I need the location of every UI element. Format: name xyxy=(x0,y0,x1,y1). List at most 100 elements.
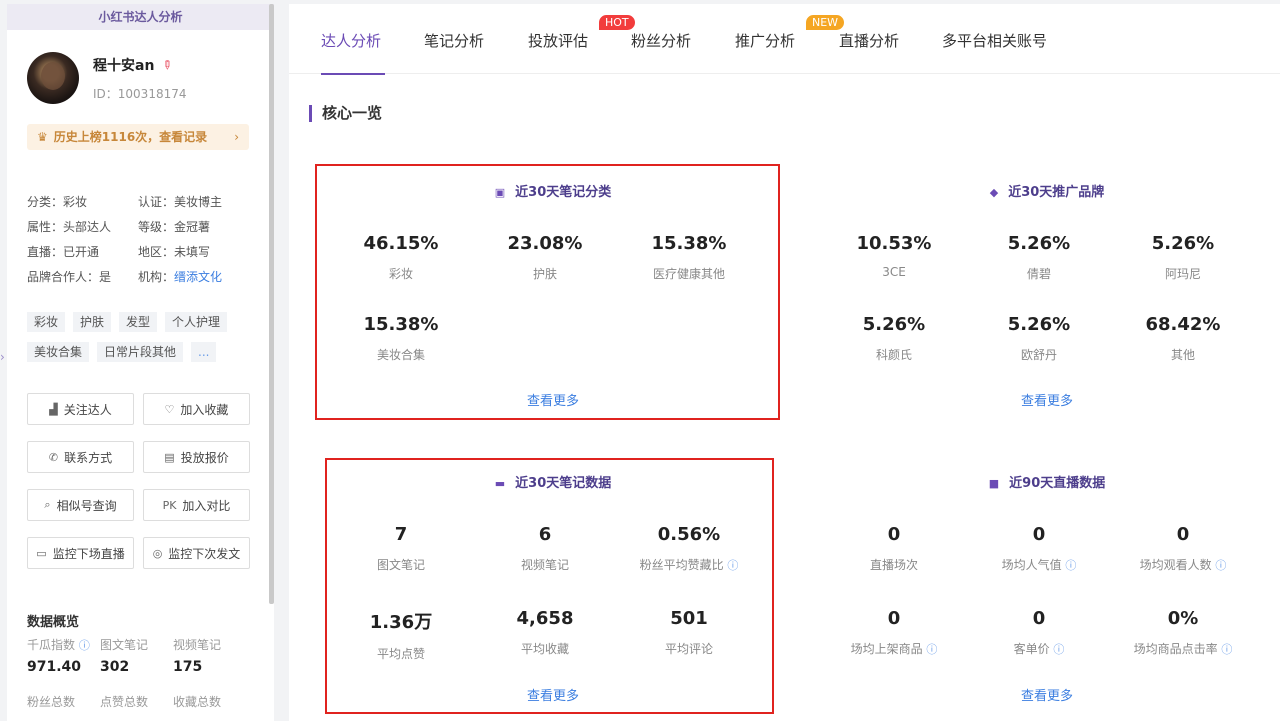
action-buttons: ▟ 关注达人 ♡ 加入收藏 ✆ 联系方式 ▤ 投放报价 ⌕ 相似号查询 PK 加入对比 ▭ 监… xyxy=(27,393,251,569)
metric: 5.26% 欧舒丹 xyxy=(1007,314,1071,362)
chart-icon: ▟ xyxy=(49,402,58,416)
crown-icon: ♛ xyxy=(37,130,48,144)
sidebar-header: 小红书达人分析 xyxy=(7,4,274,30)
section-title: 核心一览 xyxy=(309,105,382,122)
highlight-box xyxy=(325,458,774,714)
tab-live-analysis[interactable]: 直播分析 xyxy=(839,30,899,51)
pk-icon: PK xyxy=(162,498,177,512)
collapse-arrow-icon[interactable]: › xyxy=(0,350,5,364)
tag: 护肤 xyxy=(73,312,112,332)
tag: 发型 xyxy=(119,312,158,332)
phone-icon: ✆ xyxy=(48,450,59,464)
data-overview: 数据概览 千瓜指数 ⓘ 图文笔记 视频笔记 971.40 302 175 粉丝总… xyxy=(27,611,257,710)
card-title: ◆ 近30天推广品牌 xyxy=(989,185,1105,200)
tag-more[interactable]: ... xyxy=(191,342,217,362)
agency-link[interactable]: 缙添文化 xyxy=(174,270,222,284)
active-tab-indicator xyxy=(321,73,385,75)
favorite-button[interactable]: ♡ 加入收藏 xyxy=(143,393,250,425)
contact-button[interactable]: ✆ 联系方式 xyxy=(27,441,134,473)
sidebar-scrollbar[interactable] xyxy=(269,4,274,604)
help-icon[interactable]: ⓘ xyxy=(1065,559,1076,572)
metric: 0% 场均商品点击率 ⓘ xyxy=(1133,608,1233,656)
attr-type: 属性：头部达人 xyxy=(27,220,112,234)
attr-level: 等级：金冠薯 xyxy=(138,220,211,234)
metric: 0 客单价 ⓘ xyxy=(1013,608,1065,656)
help-icon[interactable]: ⓘ xyxy=(79,639,90,652)
main-panel: 达人分析 笔记分析 投放评估 HOT 粉丝分析 推广分析 NEW 直播分析 多平… xyxy=(289,4,1280,721)
help-icon[interactable]: ⓘ xyxy=(1221,643,1232,656)
metric: 0 直播场次 xyxy=(869,524,918,572)
promo-brands-card: ◆ 近30天推广品牌 10.53% 3CE 5.26% 倩碧 5.26% 阿玛尼 5.2… xyxy=(822,181,1272,411)
overview-label: 图文笔记 xyxy=(100,638,149,652)
monitor-live-button[interactable]: ▭ 监控下场直播 xyxy=(27,537,134,569)
chevron-right-icon: › xyxy=(234,130,239,144)
attr-certification: 认证：美妆博主 xyxy=(138,195,223,209)
influencer-id: ID：100318174 xyxy=(93,86,187,101)
card-title: ■ 近90天直播数据 xyxy=(988,476,1106,491)
overview-label: 收藏总数 xyxy=(173,695,222,709)
help-icon[interactable]: ⓘ xyxy=(1215,559,1226,572)
influencer-name: 程十安an xyxy=(93,57,155,74)
highlight-box xyxy=(315,164,780,420)
ranking-text: 历史上榜1116次，查看记录 xyxy=(53,130,208,144)
tab-bar: 达人分析 笔记分析 投放评估 HOT 粉丝分析 推广分析 NEW 直播分析 多平… xyxy=(289,4,1280,75)
attr-agency: 机构：缙添文化 xyxy=(138,270,223,284)
pin-icon[interactable]: ✎ xyxy=(159,56,176,73)
tab-delivery-evaluation[interactable]: 投放评估 xyxy=(528,30,588,51)
avatar[interactable] xyxy=(27,52,79,104)
data-overview-title: 数据概览 xyxy=(27,615,80,630)
overview-label: 点赞总数 xyxy=(100,695,149,709)
follow-button[interactable]: ▟ 关注达人 xyxy=(27,393,134,425)
document-icon: ▤ xyxy=(164,450,175,464)
view-more-link[interactable]: 查看更多 xyxy=(822,685,1272,704)
overview-value: 971.40 xyxy=(27,659,82,675)
sidebar: 小红书达人分析 程十安an ✎ ID：100318174 ♛ 历史上榜1116次，… xyxy=(7,4,274,721)
diamond-icon: ◆ xyxy=(989,186,999,199)
similar-search-button[interactable]: ⌕ 相似号查询 xyxy=(27,489,134,521)
heart-icon: ♡ xyxy=(164,402,175,416)
profile: 程十安an ✎ ID：100318174 xyxy=(27,52,187,104)
attr-live: 直播：已开通 xyxy=(27,245,100,259)
attribute-list: 分类：彩妆 认证：美妆博主 属性：头部达人 等级：金冠薯 直播：已开通 地区：未… xyxy=(27,194,257,285)
metric: 5.26% 科颜氏 xyxy=(862,314,926,362)
overview-label: 视频笔记 xyxy=(173,638,222,652)
attr-region: 地区：未填写 xyxy=(138,245,211,259)
metric: 0 场均观看人数 ⓘ xyxy=(1139,524,1227,572)
monitor-post-button[interactable]: ◎ 监控下次发文 xyxy=(143,537,250,569)
metric: 5.26% 倩碧 xyxy=(1007,233,1071,281)
quote-button[interactable]: ▤ 投放报价 xyxy=(143,441,250,473)
metric: 0 场均上架商品 ⓘ xyxy=(850,608,938,656)
attr-brand-partner: 品牌合作人：是 xyxy=(27,270,112,284)
tag-list: 彩妆 护肤 发型 个人护理 美妆合集 日常片段其他 ... xyxy=(27,312,262,362)
compare-button[interactable]: PK 加入对比 xyxy=(143,489,250,521)
overview-value: 175 xyxy=(173,659,203,675)
search-icon: ⌕ xyxy=(44,498,51,511)
video-icon: ▭ xyxy=(36,546,47,560)
location-icon: ◎ xyxy=(152,546,163,560)
view-more-link[interactable]: 查看更多 xyxy=(822,390,1272,409)
tag: 日常片段其他 xyxy=(97,342,184,362)
metric: 0 场均人气值 ⓘ xyxy=(1001,524,1077,572)
tab-fans-analysis[interactable]: 粉丝分析 xyxy=(631,30,691,51)
help-icon[interactable]: ⓘ xyxy=(1053,643,1064,656)
video-camera-icon: ■ xyxy=(988,477,1000,490)
metric: 68.42% 其他 xyxy=(1145,314,1221,362)
attr-category: 分类：彩妆 xyxy=(27,195,88,209)
metric: 10.53% 3CE xyxy=(856,233,932,279)
tag: 彩妆 xyxy=(27,312,66,332)
tag: 个人护理 xyxy=(165,312,228,332)
live-data-card: ■ 近90天直播数据 0 直播场次 0 场均人气值 ⓘ 0 场均观看人数 ⓘ 0 场均上架… xyxy=(822,472,1272,704)
ranking-history-button[interactable]: ♛ 历史上榜1116次，查看记录 › xyxy=(27,124,249,150)
help-icon[interactable]: ⓘ xyxy=(926,643,937,656)
overview-value: 302 xyxy=(100,659,130,675)
new-badge: NEW xyxy=(806,15,845,30)
metric: 5.26% 阿玛尼 xyxy=(1151,233,1215,281)
hot-badge: HOT xyxy=(599,15,635,30)
tab-multi-platform[interactable]: 多平台相关账号 xyxy=(942,30,1047,51)
tab-notes-analysis[interactable]: 笔记分析 xyxy=(424,30,484,51)
tab-influencer-analysis[interactable]: 达人分析 xyxy=(321,30,381,51)
tag: 美妆合集 xyxy=(27,342,90,362)
tab-promotion-analysis[interactable]: 推广分析 xyxy=(735,30,795,51)
overview-label: 千瓜指数 ⓘ xyxy=(27,638,90,652)
overview-label: 粉丝总数 xyxy=(27,695,76,709)
